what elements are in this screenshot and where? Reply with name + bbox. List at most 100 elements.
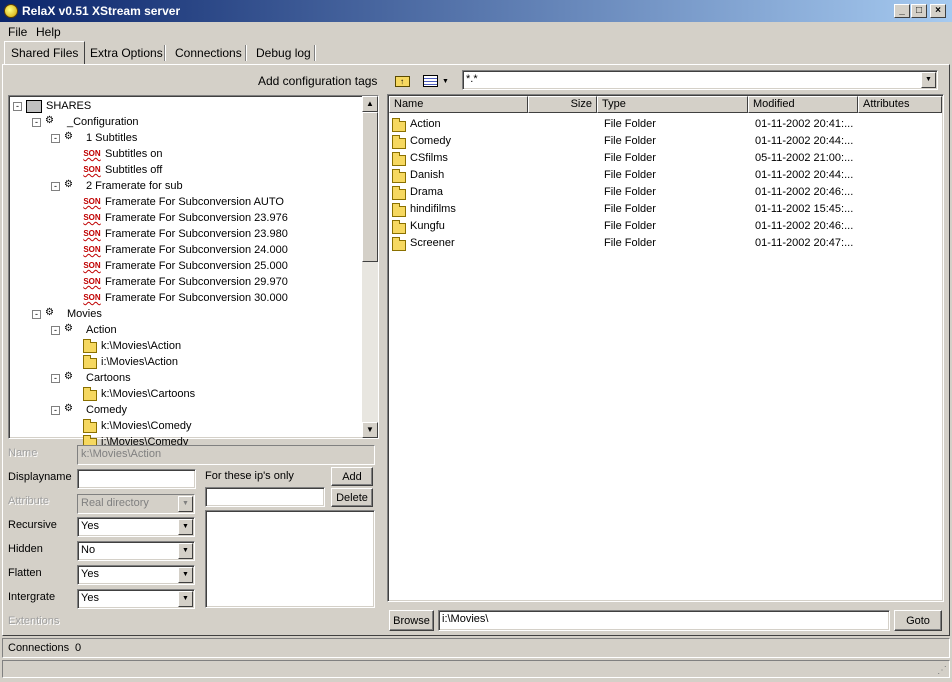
displayname-field[interactable]	[77, 469, 196, 489]
file-row[interactable]: Kungfu File Folder 01-11-2002 20:46:...	[390, 218, 940, 235]
chevron-down-icon[interactable]: ▼	[178, 496, 193, 512]
column-header-size[interactable]: Size	[528, 96, 597, 113]
tab-shared-files[interactable]: Shared Files	[4, 41, 86, 65]
tree-item-label: 1 Subtitles	[86, 132, 138, 144]
tree-item[interactable]: k:\Movies\Cartoons	[70, 386, 195, 402]
collapse-icon[interactable]: -	[51, 373, 60, 383]
path-field[interactable]: i:\Movies\	[438, 610, 890, 631]
menu-file[interactable]: File	[8, 25, 27, 39]
hidden-combo[interactable]: No ▼	[77, 541, 195, 561]
scroll-up-icon[interactable]: ▲	[362, 96, 378, 112]
tree-item-label: Subtitles on	[105, 148, 163, 160]
tree-scrollbar[interactable]: ▲ ▼	[362, 96, 378, 438]
add-config-tags-label[interactable]: Add configuration tags	[258, 74, 377, 88]
tree-item-label: Framerate For Subconversion AUTO	[105, 196, 284, 208]
file-type: File Folder	[604, 220, 656, 232]
column-header-modified[interactable]: Modified	[748, 96, 858, 113]
chevron-down-icon[interactable]: ▼	[921, 72, 936, 88]
tree-item[interactable]: k:\Movies\Action	[70, 338, 181, 354]
chevron-down-icon[interactable]: ▼	[178, 543, 193, 559]
add-button[interactable]: Add	[331, 467, 373, 486]
maximize-button[interactable]: □	[911, 4, 927, 18]
browse-button[interactable]: Browse	[389, 610, 434, 631]
chevron-down-icon[interactable]: ▼	[442, 78, 449, 85]
collapse-icon[interactable]: -	[13, 101, 22, 111]
app-icon[interactable]	[4, 4, 18, 18]
tree-item[interactable]: - ⚙ Comedy	[51, 402, 127, 418]
collapse-icon[interactable]: -	[32, 117, 41, 127]
collapse-icon[interactable]: -	[51, 133, 60, 143]
file-row[interactable]: Screener File Folder 01-11-2002 20:47:...	[390, 235, 940, 252]
tree-item[interactable]: SON Subtitles off	[70, 162, 162, 178]
tree-item[interactable]: k:\Movies\Comedy	[70, 418, 191, 434]
ip-list[interactable]	[205, 510, 375, 608]
resize-grip-icon[interactable]: ⋰	[937, 665, 947, 676]
shares-tree[interactable]: - SHARES - ⚙ _Configuration - ⚙ 1 Subtitles SON S…	[8, 95, 379, 449]
tab-connections[interactable]: Connections	[169, 42, 248, 64]
file-row[interactable]: hindifilms File Folder 01-11-2002 15:45:..…	[390, 201, 940, 218]
column-header-type[interactable]: Type	[597, 96, 748, 113]
scroll-down-icon[interactable]: ▼	[362, 422, 378, 438]
config-icon: ⚙	[45, 115, 54, 126]
config-icon: ⚙	[64, 131, 73, 142]
tree-item[interactable]: SON Framerate For Subconversion 23.980	[70, 226, 288, 242]
file-modified: 05-11-2002 21:00:...	[755, 152, 854, 164]
file-row[interactable]: Action File Folder 01-11-2002 20:41:...	[390, 116, 940, 133]
flatten-combo[interactable]: Yes ▼	[77, 565, 195, 585]
title-bar[interactable]: RelaX v0.51 XStream server _ □ ×	[0, 0, 952, 22]
file-row[interactable]: Comedy File Folder 01-11-2002 20:44:...	[390, 133, 940, 150]
scroll-thumb[interactable]	[362, 112, 378, 262]
ip-field[interactable]	[205, 487, 325, 507]
chevron-down-icon[interactable]: ▼	[178, 519, 193, 535]
minimize-button[interactable]: _	[894, 4, 910, 18]
tree-item[interactable]: SON Framerate For Subconversion 23.976	[70, 210, 288, 226]
chevron-down-icon[interactable]: ▼	[178, 591, 193, 607]
file-row[interactable]: CSfilms File Folder 05-11-2002 21:00:...	[390, 150, 940, 167]
tree-item[interactable]: SON Subtitles on	[70, 146, 162, 162]
file-row[interactable]: Danish File Folder 01-11-2002 20:44:...	[390, 167, 940, 184]
close-button[interactable]: ×	[930, 4, 946, 18]
collapse-icon[interactable]: -	[51, 405, 60, 415]
tab-debug-log[interactable]: Debug log	[250, 42, 317, 64]
file-row[interactable]: Drama File Folder 01-11-2002 20:46:...	[390, 184, 940, 201]
file-list[interactable]: Name Size Type Modified Attributes Actio…	[387, 94, 944, 602]
tree-item[interactable]: SON Framerate For Subconversion 24.000	[70, 242, 288, 258]
intergrate-combo[interactable]: Yes ▼	[77, 589, 195, 609]
chevron-down-icon[interactable]: ▼	[178, 567, 193, 583]
tree-item[interactable]: - ⚙ Action	[51, 322, 117, 338]
up-folder-icon[interactable]: ↑	[392, 72, 412, 90]
tree-item[interactable]: SON Framerate For Subconversion 25.000	[70, 258, 288, 274]
collapse-icon[interactable]: -	[51, 181, 60, 191]
son-icon: SON	[83, 197, 101, 206]
tree-item-label: Framerate For Subconversion 24.000	[105, 244, 288, 256]
menu-help[interactable]: Help	[36, 25, 61, 39]
config-icon: ⚙	[45, 307, 54, 318]
tree-item[interactable]: SON Framerate For Subconversion 29.970	[70, 274, 288, 290]
tab-separator	[164, 45, 165, 61]
tree-item[interactable]: SON Framerate For Subconversion 30.000	[70, 290, 288, 306]
filter-combo[interactable]: *.* ▼	[462, 70, 938, 90]
tree-item[interactable]: SON Framerate For Subconversion AUTO	[70, 194, 284, 210]
tree-item[interactable]: - ⚙ Cartoons	[51, 370, 131, 386]
config-icon: ⚙	[64, 323, 73, 334]
config-icon: ⚙	[64, 371, 73, 382]
column-header-name[interactable]: Name	[389, 96, 528, 113]
tree-item[interactable]: i:\Movies\Action	[70, 354, 178, 370]
tree-item[interactable]: - SHARES	[13, 98, 91, 114]
tree-item-label: k:\Movies\Cartoons	[101, 388, 196, 400]
tree-item[interactable]: - ⚙ 2 Framerate for sub	[51, 178, 183, 194]
collapse-icon[interactable]: -	[32, 309, 41, 319]
view-mode-icon[interactable]: ▼	[423, 72, 455, 90]
recursive-combo[interactable]: Yes ▼	[77, 517, 195, 537]
delete-button[interactable]: Delete	[331, 488, 373, 507]
name-field[interactable]: k:\Movies\Action	[77, 445, 375, 465]
tree-item[interactable]: - ⚙ 1 Subtitles	[51, 130, 137, 146]
folder-icon	[83, 338, 97, 353]
tree-item[interactable]: - ⚙ Movies	[32, 306, 102, 322]
attribute-combo[interactable]: Real directory ▼	[77, 494, 195, 514]
tab-extra-options[interactable]: Extra Options	[84, 42, 169, 64]
column-header-attributes[interactable]: Attributes	[858, 96, 942, 113]
tree-item[interactable]: - ⚙ _Configuration	[32, 114, 139, 130]
goto-button[interactable]: Goto	[894, 610, 942, 631]
collapse-icon[interactable]: -	[51, 325, 60, 335]
